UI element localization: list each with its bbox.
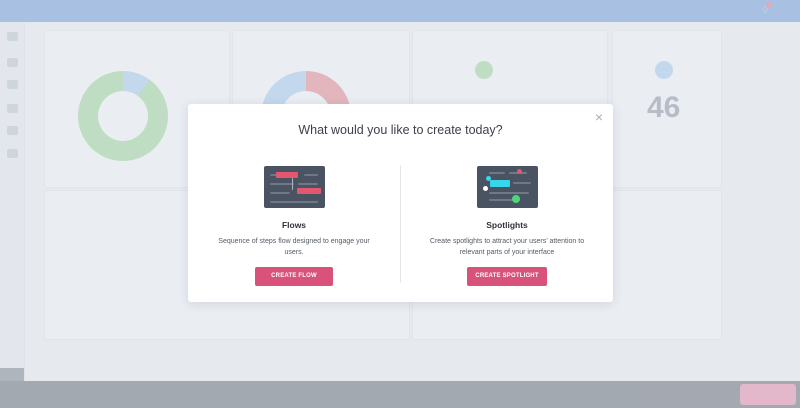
- flows-title: Flows: [281, 220, 307, 230]
- spotlights-illustration-icon: [476, 166, 538, 208]
- close-icon[interactable]: ×: [592, 110, 606, 124]
- spotlights-title: Spotlights: [486, 220, 528, 230]
- dialog-title: What would you like to create today?: [298, 123, 503, 137]
- create-spotlight-button[interactable]: CREATE SPOTLIGHT: [467, 267, 547, 286]
- options-divider: [400, 165, 401, 283]
- flows-description: Sequence of steps flow designed to engag…: [218, 238, 370, 256]
- flows-illustration-icon: [263, 166, 325, 208]
- flows-option: Flows Sequence of steps flow designed to…: [199, 166, 389, 286]
- spotlights-option: Spotlights Create spotlights to attract …: [412, 166, 602, 286]
- spotlights-description: Create spotlights to attract your users’…: [429, 238, 585, 256]
- create-flow-button[interactable]: CREATE FLOW: [255, 267, 333, 286]
